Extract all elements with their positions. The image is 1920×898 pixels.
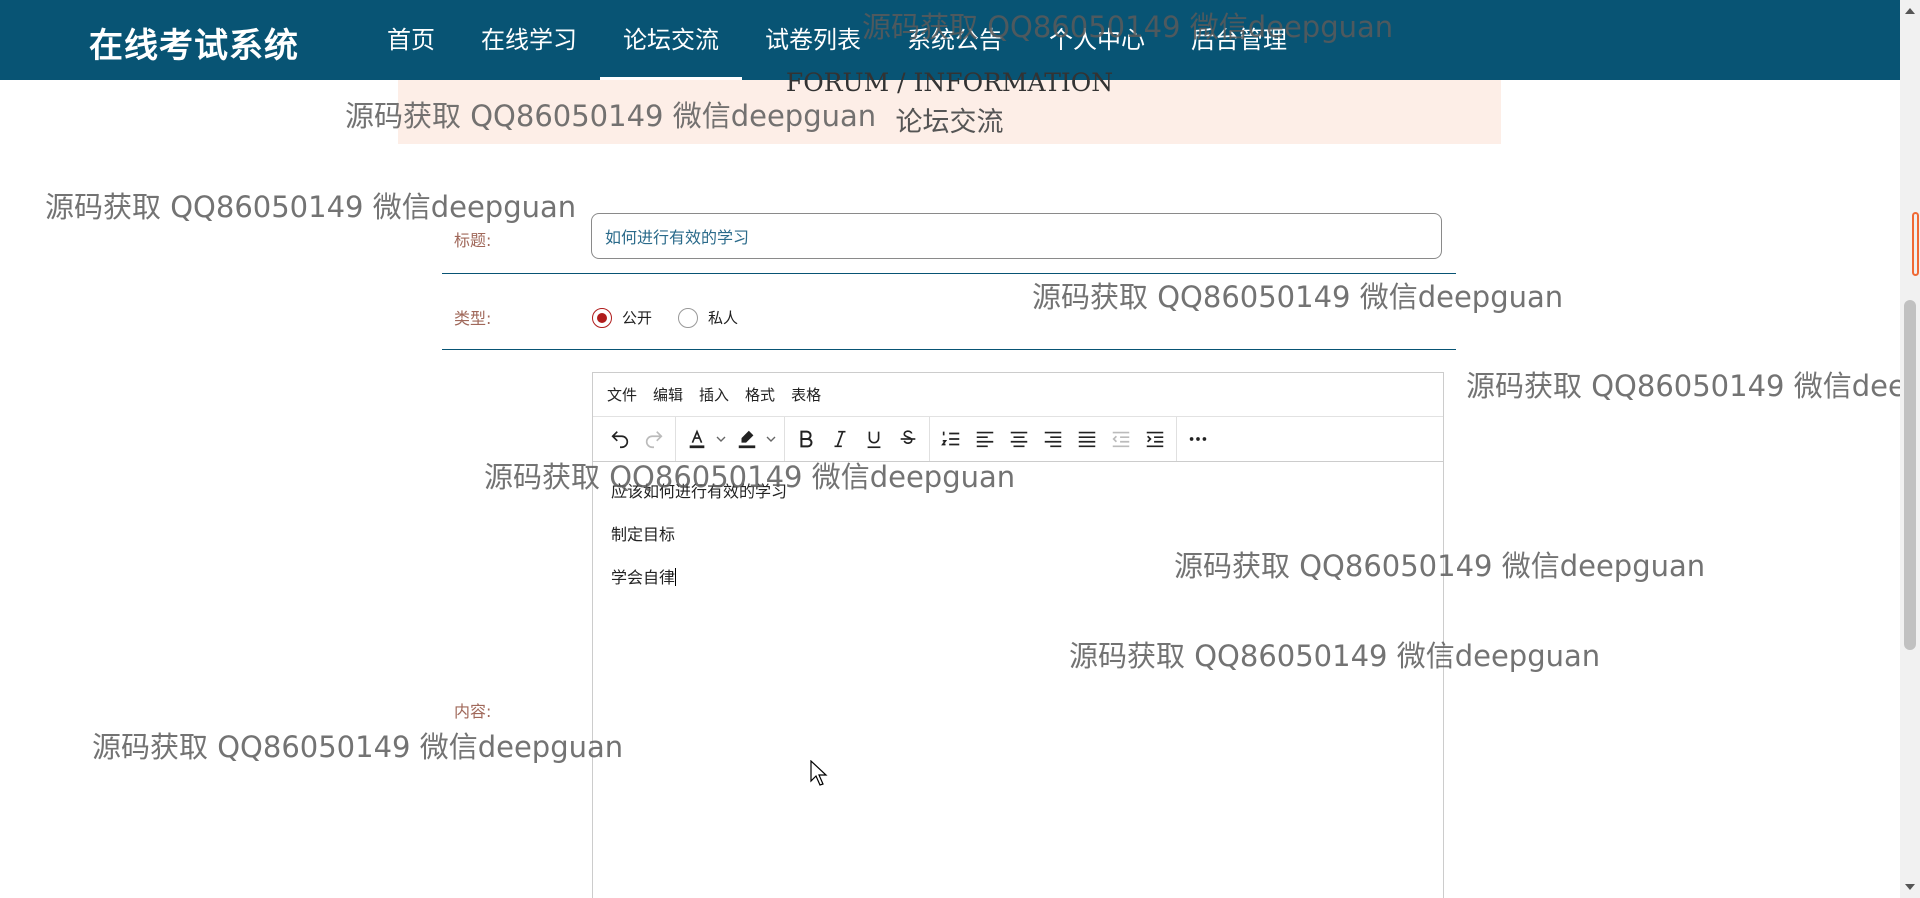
menu-file[interactable]: 文件: [607, 384, 637, 405]
indent-icon[interactable]: [1138, 422, 1172, 456]
paragraph-group: [930, 417, 1177, 461]
title-input[interactable]: [591, 213, 1442, 259]
type-row: 类型: 公开 私人: [442, 290, 1456, 350]
scroll-indicator: [1912, 212, 1919, 276]
scroll-up-icon[interactable]: [1905, 8, 1915, 14]
align-right-icon[interactable]: [1036, 422, 1070, 456]
radio-private-circle[interactable]: [678, 307, 699, 328]
content-paragraph[interactable]: 制定目标: [611, 525, 1425, 544]
editor-toolbar: [593, 417, 1443, 462]
outdent-icon[interactable]: [1104, 422, 1138, 456]
highlight-color-icon[interactable]: [730, 422, 764, 456]
text-caret: [675, 568, 677, 586]
numbered-list-icon[interactable]: [934, 422, 968, 456]
menu-insert[interactable]: 插入: [699, 384, 729, 405]
text-color-icon[interactable]: [680, 422, 714, 456]
content-paragraph[interactable]: 应该如何进行有效的学习: [611, 482, 1425, 501]
italic-icon[interactable]: [823, 422, 857, 456]
redo-icon[interactable]: [637, 422, 671, 456]
title-label: 标题:: [454, 231, 492, 250]
format-group: [785, 417, 930, 461]
radio-private[interactable]: 私人: [678, 307, 738, 328]
mouse-cursor-icon: [810, 760, 828, 786]
chevron-down-icon[interactable]: [714, 422, 728, 456]
more-group: [1177, 417, 1219, 461]
page-scrollbar[interactable]: [1900, 0, 1920, 898]
menu-table[interactable]: 表格: [791, 384, 821, 405]
editor-menubar: 文件 编辑 插入 格式 表格: [593, 373, 1443, 417]
undo-icon[interactable]: [603, 422, 637, 456]
more-icon[interactable]: [1181, 422, 1215, 456]
scroll-down-icon[interactable]: [1905, 884, 1915, 890]
bold-icon[interactable]: [789, 422, 823, 456]
radio-public-circle[interactable]: [592, 307, 612, 328]
highlight-color-split: [730, 422, 778, 456]
radio-public-label[interactable]: 公开: [622, 307, 652, 328]
banner-title-cn: 论坛交流: [895, 107, 1004, 138]
section-banner: FORUM / INFORMATION 论坛交流: [398, 68, 1501, 144]
watermark-text: 源码获取 QQ86050149 微信deepguan: [92, 730, 624, 764]
editor-content-area[interactable]: 应该如何进行有效的学习 制定目标 学会自律: [593, 462, 1443, 631]
type-label: 类型:: [454, 309, 492, 328]
text-color-split: [680, 422, 728, 456]
content-label: 内容:: [454, 702, 492, 721]
history-group: [599, 417, 676, 461]
menu-format[interactable]: 格式: [745, 384, 775, 405]
title-row: 标题:: [442, 205, 1456, 274]
menu-edit[interactable]: 编辑: [653, 384, 683, 405]
color-group: [676, 417, 785, 461]
scrollbar-thumb[interactable]: [1904, 300, 1916, 650]
strikethrough-icon[interactable]: [891, 422, 925, 456]
site-brand[interactable]: 在线考试系统: [89, 18, 299, 67]
justify-icon[interactable]: [1070, 422, 1104, 456]
page: 在线考试系统 首页 在线学习 论坛交流 试卷列表 系统公告 个人中心 后台管理 …: [0, 0, 1920, 898]
content-paragraph-last[interactable]: 学会自律: [611, 568, 1425, 587]
align-left-icon[interactable]: [968, 422, 1002, 456]
align-center-icon[interactable]: [1002, 422, 1036, 456]
chevron-down-icon[interactable]: [764, 422, 778, 456]
watermark-text: 源码获取 QQ86050149 微信deepguan: [1466, 369, 1920, 403]
banner-title-en: FORUM / INFORMATION: [785, 68, 1114, 97]
underline-icon[interactable]: [857, 422, 891, 456]
radio-private-label[interactable]: 私人: [708, 307, 738, 328]
rich-text-editor: 文件 编辑 插入 格式 表格 应该如何进行有效的学习 制定目标 学会自律: [592, 372, 1444, 898]
radio-public[interactable]: 公开: [592, 307, 652, 328]
type-radio-group: 公开 私人: [592, 307, 764, 328]
content-paragraph-text[interactable]: 学会自律: [611, 568, 675, 587]
